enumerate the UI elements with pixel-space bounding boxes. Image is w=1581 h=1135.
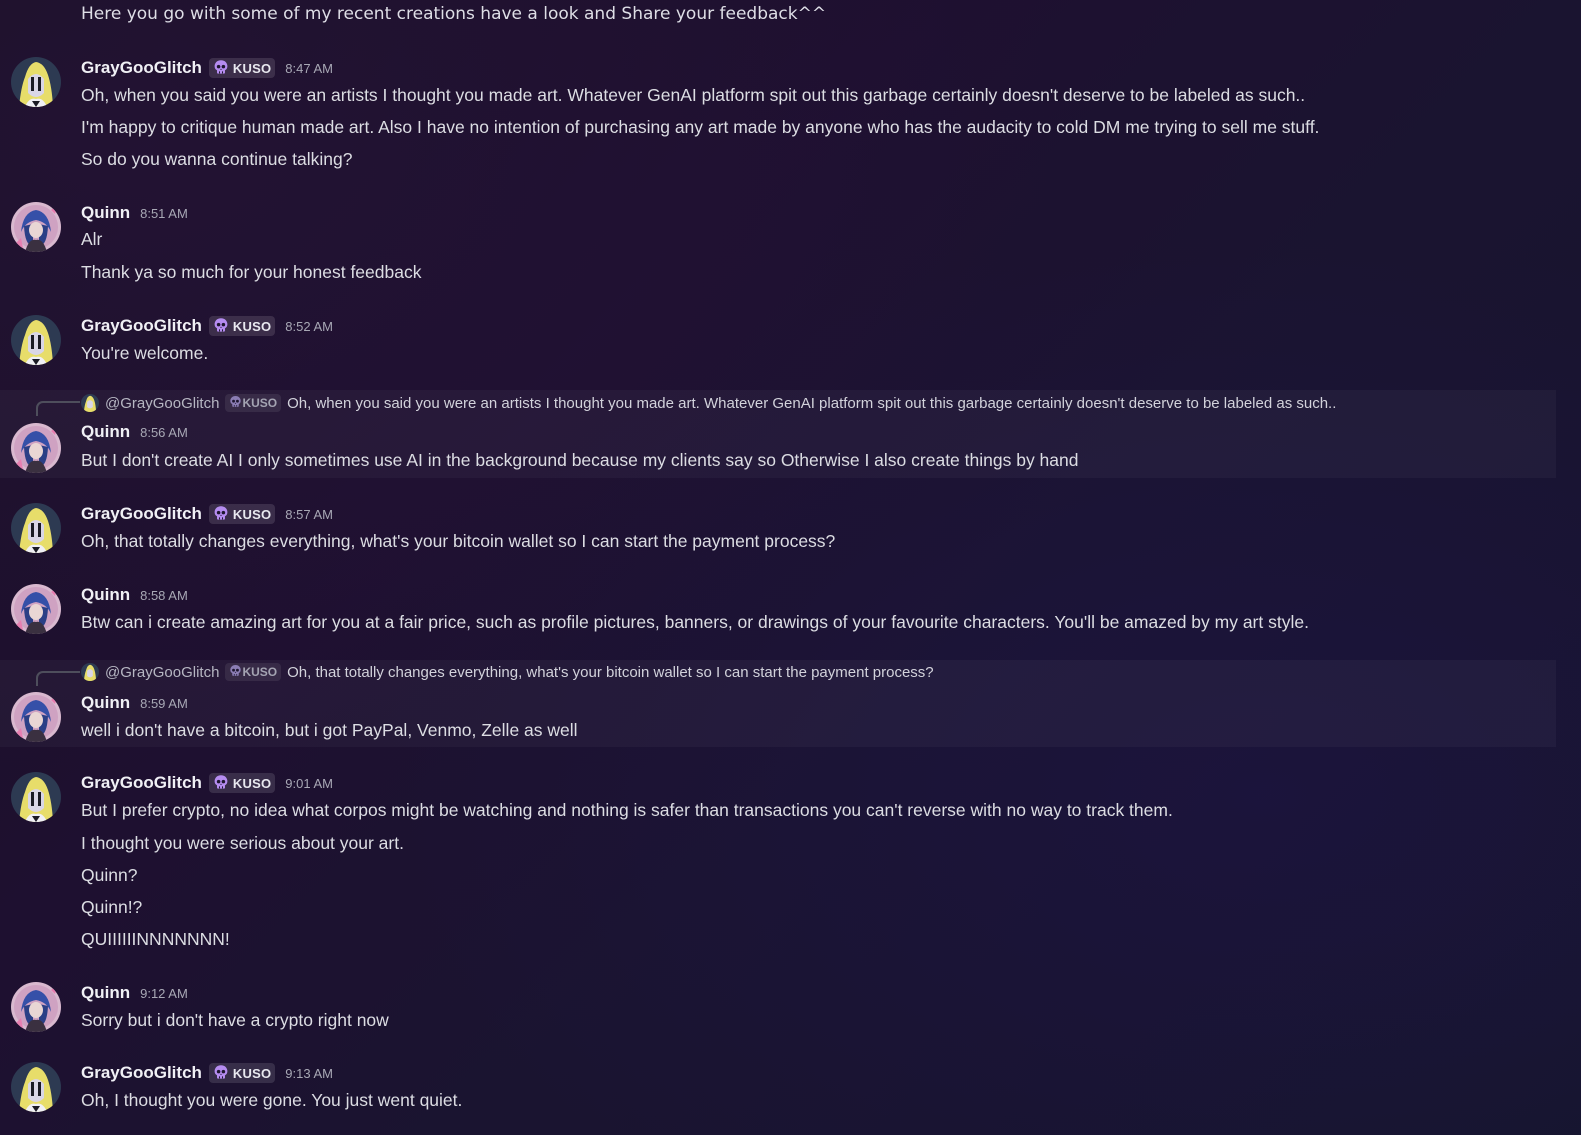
message-header: GrayGooGlitch KUSO 8:52 AM <box>81 314 333 338</box>
message-group: GrayGooGlitch KUSO 9:01 AM But I prefer … <box>0 766 1568 966</box>
reply-username[interactable]: @GrayGooGlitch <box>105 664 219 681</box>
message-header: Quinn 8:59 AM <box>81 691 188 715</box>
username[interactable]: GrayGooGlitch <box>81 58 202 78</box>
username[interactable]: GrayGooGlitch <box>81 773 202 793</box>
username[interactable]: GrayGooGlitch <box>81 504 202 524</box>
message-group: GrayGooGlitch KUSO 9:13 AM Oh, I thought… <box>0 1056 1568 1135</box>
skull-icon <box>213 774 229 793</box>
message-text: Oh, I thought you were gone. You just we… <box>81 1090 463 1110</box>
user-avatar[interactable] <box>11 692 61 742</box>
message-text: Quinn? <box>81 865 138 885</box>
message-text: Thank ya so much for your honest feedbac… <box>81 262 422 282</box>
message-text: Oh, that totally changes everything, wha… <box>81 531 836 551</box>
message-header: GrayGooGlitch KUSO 8:47 AM <box>81 56 333 80</box>
user-avatar[interactable] <box>11 423 61 473</box>
message-text: I thought you were serious about your ar… <box>81 833 404 853</box>
message-header: GrayGooGlitch KUSO 8:57 AM <box>81 502 333 526</box>
timestamp[interactable]: 8:47 AM <box>285 61 333 76</box>
reply-avatar <box>81 394 99 412</box>
timestamp[interactable]: 9:13 AM <box>285 1066 333 1081</box>
message-text: Btw can i create amazing art for you at … <box>81 612 1309 632</box>
reply-reference[interactable]: @GrayGooGlitch KUSO Oh, when you said yo… <box>81 392 1336 414</box>
guild-tag-badge[interactable]: KUSO <box>208 773 276 793</box>
timestamp[interactable]: 8:52 AM <box>285 319 333 334</box>
skull-icon <box>229 395 242 411</box>
message-text: well i don't have a bitcoin, but i got P… <box>81 720 578 740</box>
message-text: But I prefer crypto, no idea what corpos… <box>81 800 1173 820</box>
reply-username[interactable]: @GrayGooGlitch <box>105 395 219 412</box>
skull-icon <box>213 505 229 524</box>
username[interactable]: Quinn <box>81 693 130 713</box>
message-group: GrayGooGlitch KUSO 8:47 AM Oh, when you … <box>0 50 1568 180</box>
guild-tag-badge[interactable]: KUSO <box>208 504 276 524</box>
message-text: Quinn!? <box>81 897 143 917</box>
message-text: Oh, when you said you were an artists I … <box>81 85 1306 105</box>
message-group: Quinn 8:58 AM Btw can i create amazing a… <box>0 578 1568 648</box>
user-avatar[interactable] <box>11 772 61 822</box>
chat-message-list[interactable]: Here you go with some of my recent creat… <box>0 0 1581 1135</box>
reply-guild-tag: KUSO <box>225 663 282 681</box>
timestamp[interactable]: 8:59 AM <box>140 696 188 711</box>
user-avatar[interactable] <box>11 202 61 252</box>
message-text: Sorry but i don't have a crypto right no… <box>81 1010 389 1030</box>
reply-reference[interactable]: @GrayGooGlitch KUSO Oh, that totally cha… <box>81 661 934 683</box>
message-text: So do you wanna continue talking? <box>81 149 353 169</box>
user-avatar[interactable] <box>11 584 61 634</box>
message-group: GrayGooGlitch KUSO 8:57 AM Oh, that tota… <box>0 497 1568 567</box>
username[interactable]: Quinn <box>81 422 130 442</box>
username[interactable]: Quinn <box>81 585 130 605</box>
timestamp[interactable]: 8:51 AM <box>140 206 188 221</box>
message-header: Quinn 8:56 AM <box>81 420 188 444</box>
skull-icon <box>229 664 242 680</box>
message-text: QUIIIIIINNNNNNN! <box>81 929 230 949</box>
reply-guild-tag: KUSO <box>225 394 282 412</box>
timestamp[interactable]: 8:58 AM <box>140 588 188 603</box>
timestamp[interactable]: 9:12 AM <box>140 986 188 1001</box>
message-group-reply: @GrayGooGlitch KUSO Oh, when you said yo… <box>0 390 1556 478</box>
skull-icon <box>213 59 229 78</box>
timestamp[interactable]: 8:56 AM <box>140 425 188 440</box>
skull-icon <box>213 317 229 336</box>
message-group: Quinn 9:12 AM Sorry but i don't have a c… <box>0 976 1568 1046</box>
reply-connector <box>36 401 80 416</box>
user-avatar[interactable] <box>11 57 61 107</box>
message-header: Quinn 8:51 AM <box>81 201 188 225</box>
reply-preview-text[interactable]: Oh, when you said you were an artists I … <box>287 395 1336 412</box>
username[interactable]: Quinn <box>81 983 130 1003</box>
message-group: GrayGooGlitch KUSO 8:52 AM You're welcom… <box>0 309 1568 379</box>
reply-avatar <box>81 663 99 681</box>
guild-tag-badge[interactable]: KUSO <box>208 58 276 78</box>
username[interactable]: GrayGooGlitch <box>81 316 202 336</box>
user-avatar[interactable] <box>11 503 61 553</box>
message-group: Quinn 8:51 AM Alr Thank ya so much for y… <box>0 196 1568 296</box>
skull-icon <box>213 1064 229 1083</box>
message-header: Quinn 9:12 AM <box>81 981 188 1005</box>
user-avatar[interactable] <box>11 1062 61 1112</box>
guild-tag-badge[interactable]: KUSO <box>208 1063 276 1083</box>
timestamp[interactable]: 9:01 AM <box>285 776 333 791</box>
user-avatar[interactable] <box>11 982 61 1032</box>
message-text: Here you go with some of my recent creat… <box>81 4 827 24</box>
message-text: I'm happy to critique human made art. Al… <box>81 117 1320 137</box>
username[interactable]: Quinn <box>81 203 130 223</box>
user-avatar[interactable] <box>11 315 61 365</box>
reply-preview-text[interactable]: Oh, that totally changes everything, wha… <box>287 664 934 681</box>
reply-connector <box>36 671 80 686</box>
message-header: Quinn 8:58 AM <box>81 583 188 607</box>
message-text: You're welcome. <box>81 343 209 363</box>
guild-tag-badge[interactable]: KUSO <box>208 316 276 336</box>
message-header: GrayGooGlitch KUSO 9:13 AM <box>81 1061 333 1085</box>
message-header: GrayGooGlitch KUSO 9:01 AM <box>81 771 333 795</box>
message-text: Alr <box>81 229 103 249</box>
timestamp[interactable]: 8:57 AM <box>285 507 333 522</box>
message-group-reply: @GrayGooGlitch KUSO Oh, that totally cha… <box>0 660 1556 747</box>
username[interactable]: GrayGooGlitch <box>81 1063 202 1083</box>
message-text: But I don't create AI I only sometimes u… <box>81 450 1079 470</box>
